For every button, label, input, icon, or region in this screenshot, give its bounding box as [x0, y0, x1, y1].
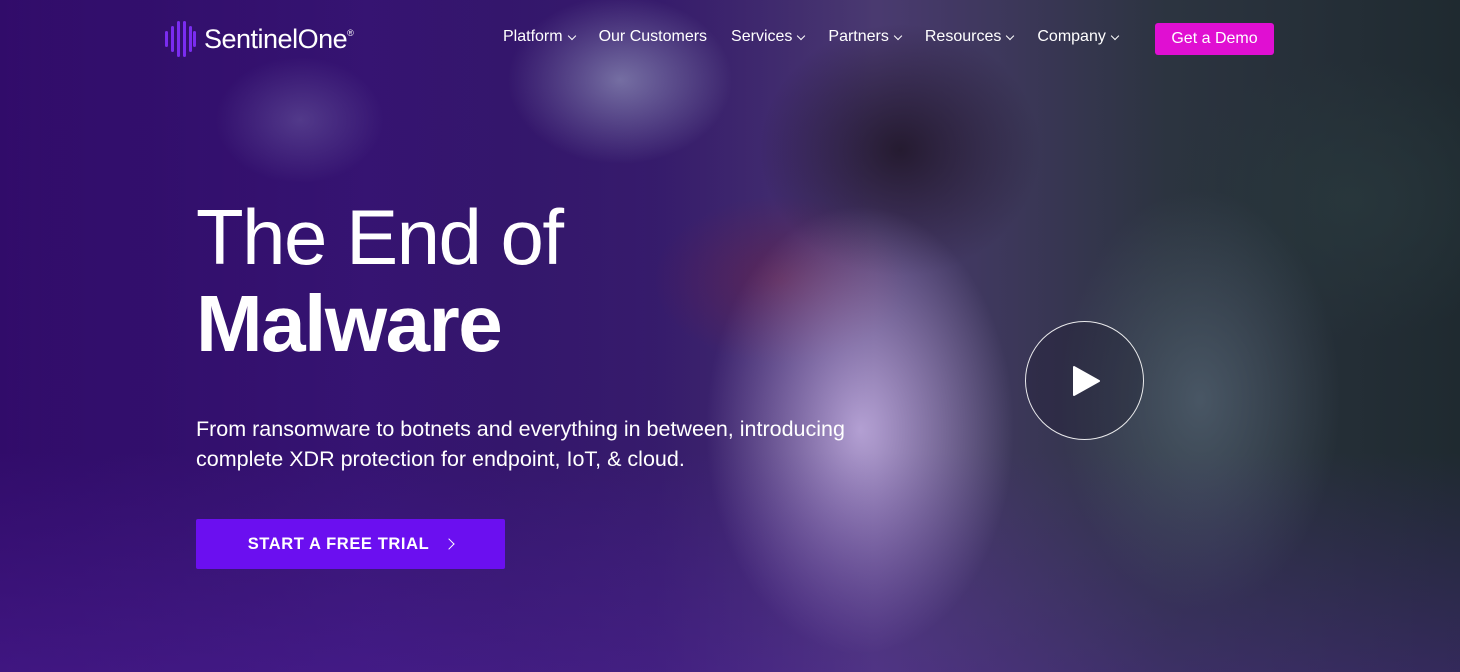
chevron-down-icon [1006, 31, 1015, 40]
logo-wordmark: SentinelOne® [204, 23, 354, 54]
nav-item-label: Company [1037, 28, 1106, 45]
chevron-down-icon [893, 31, 903, 40]
chevron-down-icon [1110, 31, 1120, 40]
main-menu: Platform Our Customers Services Partners… [503, 28, 1142, 46]
nav-item-services[interactable]: Services [731, 28, 806, 46]
play-video-button[interactable] [1025, 321, 1144, 440]
nav-item-company[interactable]: Company [1037, 28, 1120, 46]
hero-headline: The End of Malware [196, 193, 564, 368]
logo[interactable]: SentinelOne® [164, 20, 354, 58]
chevron-down-icon [567, 31, 576, 40]
nav-item-partners[interactable]: Partners [828, 28, 903, 46]
headline-line-1: The End of [196, 193, 564, 281]
sentinelone-bars-icon [165, 21, 196, 57]
nav-item-label: Resources [924, 28, 1002, 45]
nav-item-label: Our Customers [598, 28, 708, 45]
headline-line-2: Malware [196, 279, 503, 368]
nav-item-platform[interactable]: Platform [503, 28, 576, 46]
chevron-right-icon [443, 538, 455, 550]
top-navigation: SentinelOne® Platform Our Customers Serv… [0, 0, 1460, 78]
nav-item-our-customers[interactable]: Our Customers [599, 28, 707, 46]
nav-item-label: Partners [828, 28, 889, 45]
hero-subheading: From ransomware to botnets and everythin… [196, 417, 845, 471]
get-a-demo-button[interactable]: Get a Demo [1155, 23, 1274, 55]
nav-item-resources[interactable]: Resources [924, 28, 1015, 46]
start-free-trial-button[interactable]: START A FREE TRIAL [196, 519, 505, 569]
play-icon [1072, 365, 1100, 396]
start-free-trial-label: START A FREE TRIAL [247, 534, 430, 553]
nav-item-label: Services [731, 28, 793, 45]
chevron-down-icon [797, 31, 806, 40]
nav-item-label: Platform [503, 28, 563, 45]
